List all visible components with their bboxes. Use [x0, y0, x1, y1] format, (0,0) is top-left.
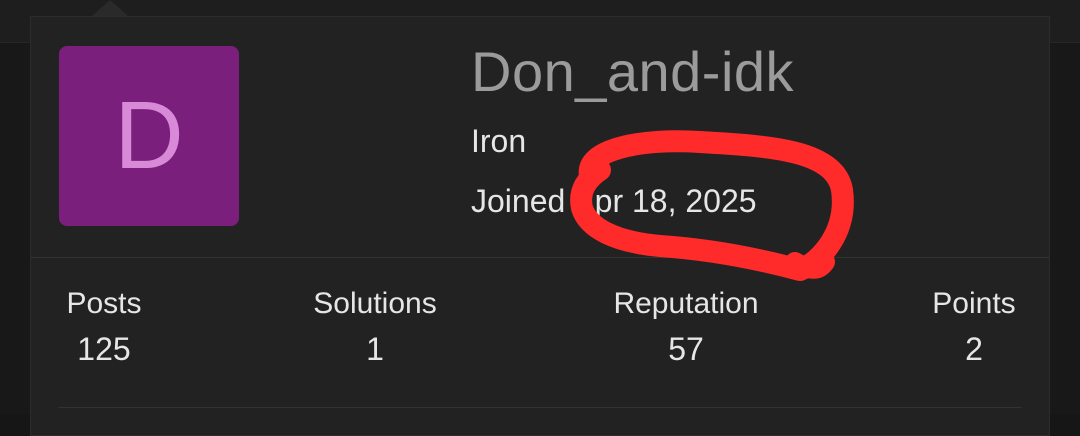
popover-caret — [92, 0, 128, 16]
stat-label: Points — [932, 287, 1016, 320]
stat-reputation[interactable]: Reputation 57 — [601, 287, 771, 368]
stat-label: Solutions — [313, 287, 437, 320]
stat-solutions[interactable]: Solutions 1 — [301, 287, 449, 368]
stat-label: Posts — [66, 287, 142, 320]
bottom-divider — [59, 407, 1021, 408]
stat-label: Reputation — [613, 287, 759, 320]
stat-posts[interactable]: Posts 125 — [59, 287, 149, 368]
avatar-letter: D — [114, 82, 184, 189]
avatar[interactable]: D — [59, 46, 239, 226]
stat-value: 125 — [77, 331, 131, 367]
stats-row: Posts 125 Solutions 1 Reputation 57 Poin… — [31, 287, 1049, 387]
stat-points[interactable]: Points 2 — [924, 287, 1024, 368]
stat-value: 57 — [668, 331, 704, 367]
stat-value: 2 — [965, 331, 983, 367]
user-rank: Iron — [471, 123, 527, 159]
stat-value: 1 — [366, 331, 384, 367]
joined-label: Joined — [471, 183, 566, 219]
username-link[interactable]: Don_and-idk — [471, 39, 794, 104]
divider — [31, 257, 1049, 258]
member-tooltip-card: D Don_and-idk Iron Joined Apr 18, 2025 Po… — [30, 16, 1050, 436]
joined-date: Apr 18, 2025 — [573, 183, 757, 219]
joined-info: Joined Apr 18, 2025 — [471, 183, 757, 220]
